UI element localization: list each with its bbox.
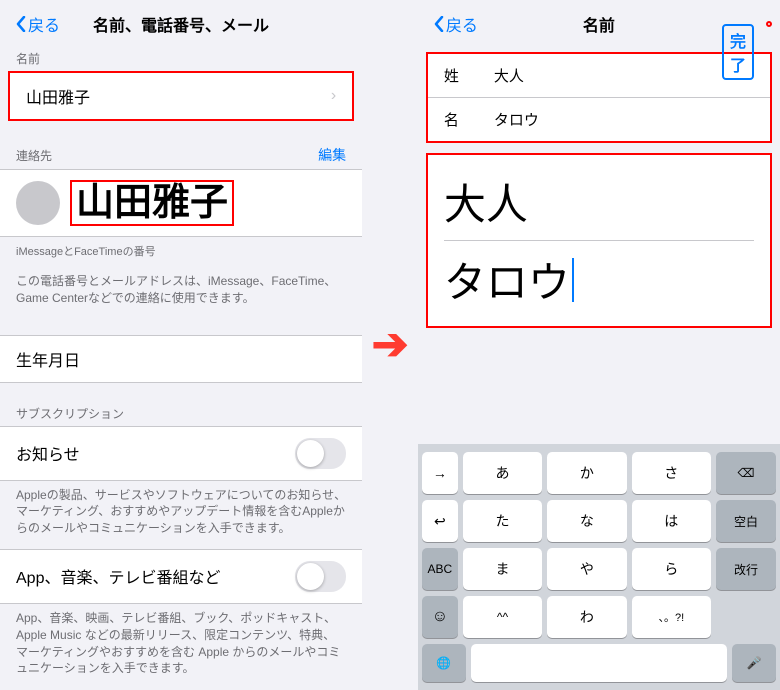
key-punct[interactable]: 、。?! xyxy=(632,596,711,638)
birthday-row[interactable]: 生年月日 xyxy=(0,335,362,383)
key-sa[interactable]: さ xyxy=(632,452,711,494)
right-panel: 戻る 名前 完了 姓 大人 名 タロウ 大人 タロウ → あ か さ xyxy=(418,0,780,690)
app-toggle-knob xyxy=(297,563,324,590)
name-value: 山田雅子 xyxy=(26,84,90,108)
key-empty xyxy=(716,596,776,638)
notify-label: お知らせ xyxy=(16,441,80,465)
key-ma[interactable]: ま xyxy=(463,548,542,590)
toggle-knob xyxy=(297,440,324,467)
keyboard-row-1: → あ か さ ⌫ xyxy=(422,452,776,494)
imessage-note: iMessageとFaceTimeの番号 xyxy=(0,237,362,265)
notify-toggle-row: お知らせ xyxy=(0,426,362,481)
key-emoji[interactable]: ☺ xyxy=(422,596,458,638)
app-toggle[interactable] xyxy=(295,561,346,592)
text-cursor xyxy=(572,258,574,302)
key-ra[interactable]: ら xyxy=(632,548,711,590)
app-label: App、音楽、テレビ番組など xyxy=(16,564,220,588)
left-nav-title: 名前、電話番号、メール xyxy=(93,12,269,36)
key-ha[interactable]: は xyxy=(632,500,711,542)
contacts-section: 連絡先 編集 山田雅子 iMessageとFaceTimeの番号 xyxy=(0,141,362,265)
left-panel: 戻る 名前、電話番号、メール 名前 山田雅子 › 連絡先 編集 山田雅子 iMe… xyxy=(0,0,362,690)
mei-field-row[interactable]: 名 タロウ xyxy=(428,98,770,141)
key-abc[interactable]: ABC xyxy=(422,548,458,590)
keyboard: → あ か さ ⌫ ↩ た な は 空白 ABC ま や ら 改行 ☺ ^^ わ… xyxy=(418,444,780,690)
preview-sei: 大人 xyxy=(444,171,754,241)
done-button-container: 完了 xyxy=(766,21,772,27)
key-a[interactable]: あ xyxy=(463,452,542,494)
transition-arrow: ➔ xyxy=(372,323,409,367)
key-globe[interactable]: 🌐 xyxy=(422,644,466,682)
key-return[interactable]: 改行 xyxy=(716,548,776,590)
contacts-label: 連絡先 xyxy=(16,147,52,164)
key-delete[interactable]: ⌫ xyxy=(716,452,776,494)
left-back-button[interactable]: 戻る xyxy=(16,12,60,36)
contact-avatar xyxy=(16,181,60,225)
notify-toggle[interactable] xyxy=(295,438,346,469)
right-nav-bar: 戻る 名前 完了 xyxy=(418,0,780,44)
name-row[interactable]: 山田雅子 › xyxy=(8,71,354,121)
key-ka[interactable]: か xyxy=(547,452,626,494)
preview-mei: タロウ xyxy=(444,249,754,310)
right-nav-title: 名前 xyxy=(583,12,615,36)
key-caret[interactable]: ^^ xyxy=(463,596,542,638)
sei-value: 大人 xyxy=(494,65,524,86)
info-text: この電話番号とメールアドレスは、iMessage、FaceTime、Game C… xyxy=(0,265,362,315)
key-arrow-right[interactable]: → xyxy=(422,452,458,494)
notify-desc: Appleの製品、サービスやソフトウェアについてのお知らせ、マーケティング、おす… xyxy=(0,481,362,549)
keyboard-row-3: ABC ま や ら 改行 xyxy=(422,548,776,590)
sei-field-row[interactable]: 姓 大人 xyxy=(428,54,770,98)
contacts-header: 連絡先 編集 xyxy=(0,141,362,169)
name-section-label: 名前 xyxy=(0,44,362,71)
mei-label: 名 xyxy=(444,109,474,130)
keyboard-row-4: ☺ ^^ わ 、。?! xyxy=(422,596,776,638)
done-button[interactable]: 完了 xyxy=(722,24,754,80)
birthday-section: 生年月日 xyxy=(0,335,362,383)
edit-button[interactable]: 編集 xyxy=(318,145,346,165)
contact-card: 山田雅子 xyxy=(0,169,362,237)
sei-label: 姓 xyxy=(444,65,474,86)
left-nav-bar: 戻る 名前、電話番号、メール xyxy=(0,0,362,44)
key-ya[interactable]: や xyxy=(547,548,626,590)
arrow-container: ➔ xyxy=(362,0,418,690)
key-mic[interactable]: 🎤 xyxy=(732,644,776,682)
key-undo[interactable]: ↩ xyxy=(422,500,458,542)
chevron-right-icon: › xyxy=(331,87,336,105)
key-wa[interactable]: わ xyxy=(547,596,626,638)
contact-big-name: 山田雅子 xyxy=(70,180,234,226)
keyboard-row-2: ↩ た な は 空白 xyxy=(422,500,776,542)
right-back-button[interactable]: 戻る xyxy=(434,12,478,36)
key-ta[interactable]: た xyxy=(463,500,542,542)
keyboard-bottom-row: 🌐 🎤 xyxy=(422,644,776,682)
app-desc: App、音楽、映画、テレビ番組、ブック、ポッドキャスト、Apple Music … xyxy=(0,604,362,689)
app-toggle-row: App、音楽、テレビ番組など xyxy=(0,549,362,604)
right-back-label: 戻る xyxy=(446,12,478,36)
left-back-label: 戻る xyxy=(28,12,60,36)
large-preview-box: 大人 タロウ xyxy=(426,153,772,328)
subscription-section-label: サブスクリプション xyxy=(0,399,362,426)
key-na[interactable]: な xyxy=(547,500,626,542)
key-space-bar[interactable] xyxy=(471,644,727,682)
name-fields-card: 姓 大人 名 タロウ xyxy=(426,52,772,143)
key-space[interactable]: 空白 xyxy=(716,500,776,542)
mei-value: タロウ xyxy=(494,109,539,130)
